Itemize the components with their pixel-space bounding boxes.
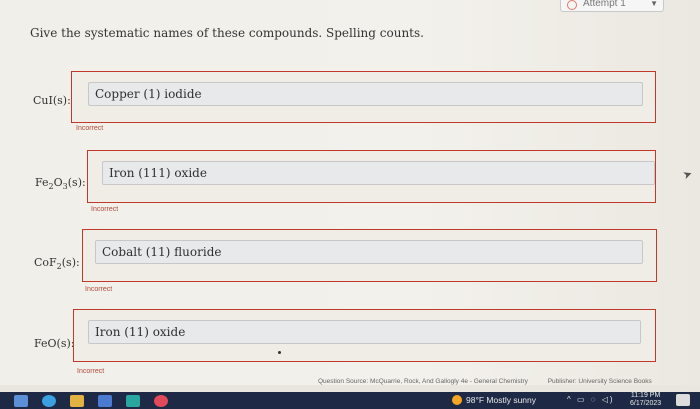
answer-input-2[interactable]: Iron (111) oxide [102, 161, 655, 185]
taskbar: 98°F Mostly sunny ^ ▭ ◌ ◁) 11:19 PM 6/17… [0, 392, 700, 409]
chevron-down-icon: ▼ [650, 0, 658, 8]
mail-icon[interactable] [126, 394, 140, 407]
question-prompt: Give the systematic names of these compo… [30, 26, 424, 40]
formula-label-2: Fe2O3(s): [35, 176, 86, 192]
answer-row-3: Cobalt (11) fluoride [82, 229, 657, 282]
formula-label-4: FeO(s): [34, 337, 75, 350]
answer-row-2: Iron (111) oxide [87, 150, 656, 203]
formula-label-3: CoF2(s): [34, 256, 80, 272]
weather-text: 98°F Mostly sunny [466, 395, 537, 405]
clock-date: 6/17/2023 [630, 400, 662, 407]
answer-input-4[interactable]: Iron (11) oxide [88, 320, 641, 344]
feedback-4: Incorrect [77, 368, 105, 375]
publisher-text: Publisher: University Science Books [547, 378, 652, 385]
answer-input-1[interactable]: Copper (1) iodide [88, 82, 643, 106]
answer-row-4: Iron (11) oxide [73, 309, 656, 362]
system-tray[interactable]: ^ ▭ ◌ ◁) [567, 395, 615, 404]
chrome-icon[interactable] [154, 394, 168, 407]
question-page: Attempt 1 ▼ Give the systematic names of… [0, 0, 700, 385]
clock[interactable]: 11:19 PM 6/17/2023 [630, 392, 661, 408]
answer-row-1: Copper (1) iodide [71, 71, 656, 123]
attempt-label: Attempt 1 [583, 0, 626, 9]
mouse-cursor-icon: ➤ [681, 166, 695, 183]
feedback-1: Incorrect [76, 125, 104, 132]
source-text: Question Source: McQuarrie, Rock, And Ga… [318, 378, 528, 385]
edge-browser-icon[interactable] [42, 394, 56, 407]
sun-icon [452, 395, 462, 405]
start-icon[interactable] [14, 394, 28, 407]
stray-dot [278, 351, 281, 354]
feedback-2: Incorrect [91, 206, 119, 213]
store-icon[interactable] [98, 394, 112, 407]
file-explorer-icon[interactable] [70, 394, 84, 407]
attempt-dropdown[interactable]: Attempt 1 ▼ [560, 0, 664, 12]
formula-label-1: CuI(s): [33, 94, 71, 107]
clock-time: 11:19 PM [630, 392, 661, 399]
feedback-3: Incorrect [85, 286, 113, 293]
attempt-status-icon [567, 0, 577, 10]
question-source: Question Source: McQuarrie, Rock, And Ga… [318, 378, 652, 385]
weather-widget[interactable]: 98°F Mostly sunny [452, 395, 536, 405]
answer-input-3[interactable]: Cobalt (11) fluoride [95, 240, 643, 264]
notification-icon[interactable] [676, 394, 690, 406]
